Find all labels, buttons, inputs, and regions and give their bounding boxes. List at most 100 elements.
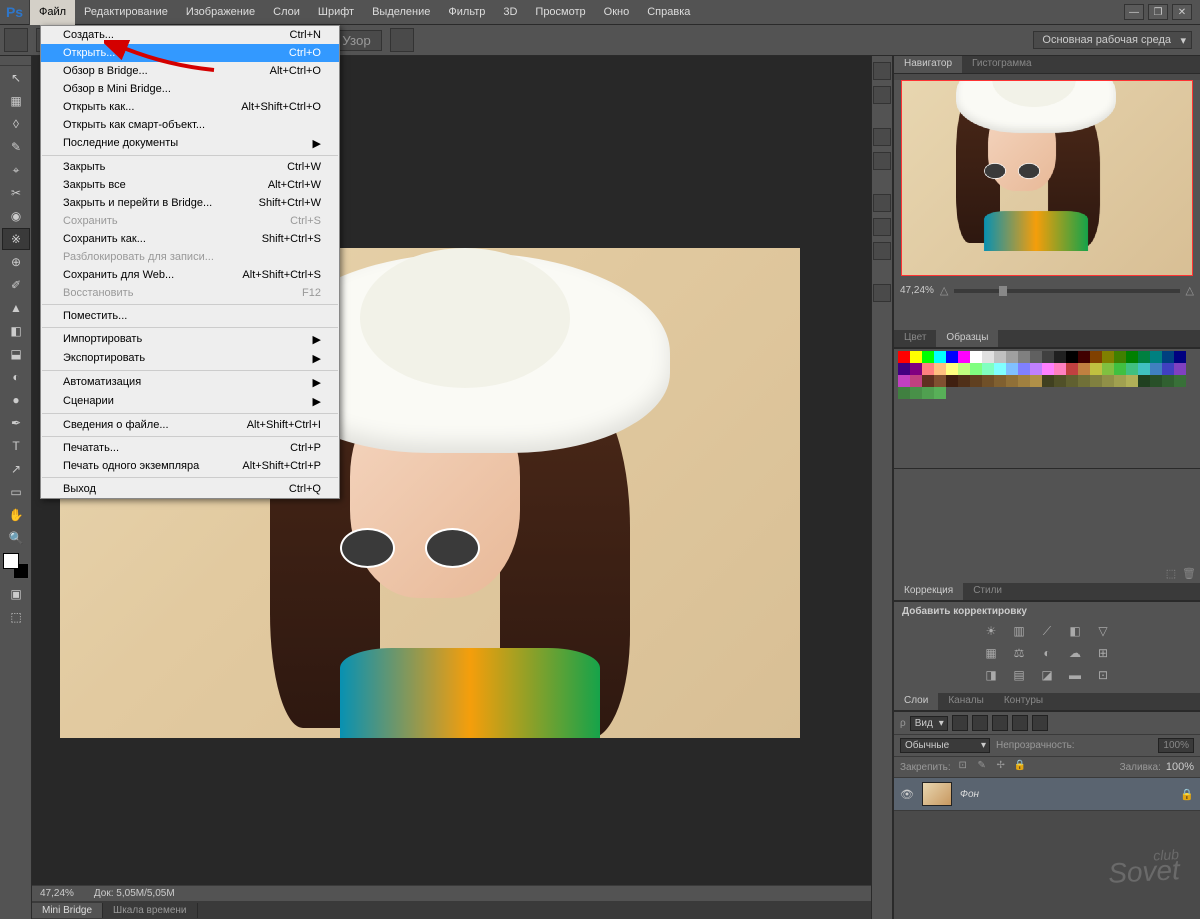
tab-correction[interactable]: Коррекция xyxy=(894,583,963,600)
menu-окно[interactable]: Окно xyxy=(595,0,639,25)
swatch[interactable] xyxy=(1162,363,1174,375)
color-swatches[interactable] xyxy=(3,553,29,579)
swatch[interactable] xyxy=(1102,375,1114,387)
swatch[interactable] xyxy=(1138,375,1150,387)
close-button[interactable]: ✕ xyxy=(1172,4,1192,20)
swatch[interactable] xyxy=(1066,375,1078,387)
menu-item--[interactable]: Закрыть всеAlt+Ctrl+W xyxy=(41,176,339,194)
navigator-preview[interactable] xyxy=(901,80,1193,276)
mixer-icon[interactable]: ⊞ xyxy=(1094,646,1112,662)
swatch[interactable] xyxy=(1054,375,1066,387)
selective-icon[interactable]: ⊡ xyxy=(1094,668,1112,684)
swatch[interactable] xyxy=(1102,351,1114,363)
menu-слои[interactable]: Слои xyxy=(264,0,309,25)
info-panel-icon[interactable] xyxy=(873,284,891,302)
tab-color[interactable]: Цвет xyxy=(894,330,936,347)
swatch[interactable] xyxy=(1138,351,1150,363)
swatch[interactable] xyxy=(910,387,922,399)
swatch[interactable] xyxy=(1078,375,1090,387)
swatch[interactable] xyxy=(934,387,946,399)
filter-adjust-icon[interactable] xyxy=(972,715,988,731)
swatch[interactable] xyxy=(1078,363,1090,375)
swatch[interactable] xyxy=(922,387,934,399)
tool-12[interactable]: ⬓ xyxy=(2,343,30,365)
tab-histogram[interactable]: Гистограмма xyxy=(962,56,1042,73)
menu-просмотр[interactable]: Просмотр xyxy=(526,0,594,25)
swatch[interactable] xyxy=(898,375,910,387)
navigator-zoom[interactable]: 47,24% xyxy=(900,285,934,296)
menu-item--bridge-[interactable]: Закрыть и перейти в Bridge...Shift+Ctrl+… xyxy=(41,194,339,212)
menu-item--[interactable]: Печатать...Ctrl+P xyxy=(41,439,339,457)
swatch[interactable] xyxy=(1090,375,1102,387)
menu-item--[interactable]: ВыходCtrl+Q xyxy=(41,480,339,498)
brush-panel-icon[interactable] xyxy=(873,218,891,236)
swatch[interactable] xyxy=(1090,363,1102,375)
tool-10[interactable]: ▲ xyxy=(2,297,30,319)
swatch[interactable] xyxy=(982,375,994,387)
tab-paths[interactable]: Контуры xyxy=(994,693,1053,710)
tab-mini-bridge[interactable]: Mini Bridge xyxy=(32,903,103,918)
swatch[interactable] xyxy=(1030,351,1042,363)
swatch[interactable] xyxy=(946,351,958,363)
swatch[interactable] xyxy=(958,375,970,387)
history-panel-icon[interactable] xyxy=(873,62,891,80)
menu-справка[interactable]: Справка xyxy=(638,0,699,25)
menu-выделение[interactable]: Выделение xyxy=(363,0,439,25)
tab-channels[interactable]: Каналы xyxy=(938,693,994,710)
blend-mode-dropdown[interactable]: Обычные xyxy=(900,738,990,753)
swatch[interactable] xyxy=(1174,375,1186,387)
swatch[interactable] xyxy=(1174,363,1186,375)
menu-изображение[interactable]: Изображение xyxy=(177,0,264,25)
pattern-thumb-icon[interactable] xyxy=(390,28,414,52)
lock-all-icon[interactable]: 🔒 xyxy=(1013,760,1027,774)
tool-2[interactable]: ◊ xyxy=(2,113,30,135)
menu-item--[interactable]: Открыть как смарт-объект... xyxy=(41,116,339,134)
tool-17[interactable]: ↗ xyxy=(2,458,30,480)
swatch[interactable] xyxy=(982,351,994,363)
swatch[interactable] xyxy=(1042,351,1054,363)
tool-7[interactable]: ※ xyxy=(2,228,30,250)
character-panel-icon[interactable] xyxy=(873,152,891,170)
swatch[interactable] xyxy=(1126,375,1138,387)
zoom-in-icon[interactable]: △ xyxy=(1186,284,1194,297)
swatch[interactable] xyxy=(934,351,946,363)
lock-position-icon[interactable]: ✢ xyxy=(994,760,1008,774)
menu-3d[interactable]: 3D xyxy=(494,0,526,25)
swatch[interactable] xyxy=(982,363,994,375)
zoom-level[interactable]: 47,24% xyxy=(40,888,74,899)
tool-15[interactable]: ✒ xyxy=(2,412,30,434)
hue-icon[interactable]: ▦ xyxy=(982,646,1000,662)
menu-фильтр[interactable]: Фильтр xyxy=(439,0,494,25)
clone-panel-icon[interactable] xyxy=(873,242,891,260)
balance-icon[interactable]: ⚖ xyxy=(1010,646,1028,662)
swatch[interactable] xyxy=(1114,375,1126,387)
menu-item--web-[interactable]: Сохранить для Web...Alt+Shift+Ctrl+S xyxy=(41,266,339,284)
menu-item--[interactable]: Поместить... xyxy=(41,307,339,325)
swatch[interactable] xyxy=(1126,351,1138,363)
swatch[interactable] xyxy=(1126,363,1138,375)
delete-swatch-icon[interactable]: 🗑 xyxy=(1182,567,1196,581)
vibrance-icon[interactable]: ▽ xyxy=(1094,624,1112,640)
filter-pixel-icon[interactable] xyxy=(952,715,968,731)
swatch[interactable] xyxy=(958,351,970,363)
layer-item[interactable]: 👁 Фон 🔒 xyxy=(894,778,1200,811)
tool-preset-icon[interactable] xyxy=(4,28,28,52)
brightness-icon[interactable]: ☀ xyxy=(982,624,1000,640)
menu-редактирование[interactable]: Редактирование xyxy=(75,0,177,25)
filter-shape-icon[interactable] xyxy=(1012,715,1028,731)
curves-icon[interactable]: ⟋ xyxy=(1038,624,1056,640)
swatch[interactable] xyxy=(946,375,958,387)
threshold-icon[interactable]: ◪ xyxy=(1038,668,1056,684)
tool-5[interactable]: ✂ xyxy=(2,182,30,204)
swatch[interactable] xyxy=(922,351,934,363)
tool-0[interactable]: ↖ xyxy=(2,67,30,89)
swatch[interactable] xyxy=(898,387,910,399)
tool-11[interactable]: ◧ xyxy=(2,320,30,342)
menu-item--[interactable]: Автоматизация▶ xyxy=(41,373,339,392)
swatch[interactable] xyxy=(1042,375,1054,387)
quickmask-icon[interactable]: ▣ xyxy=(2,583,30,605)
menu-item--[interactable]: Открыть...Ctrl+O xyxy=(41,44,339,62)
tool-3[interactable]: ✎ xyxy=(2,136,30,158)
visibility-icon[interactable]: 👁 xyxy=(900,788,914,801)
swatch[interactable] xyxy=(1006,351,1018,363)
